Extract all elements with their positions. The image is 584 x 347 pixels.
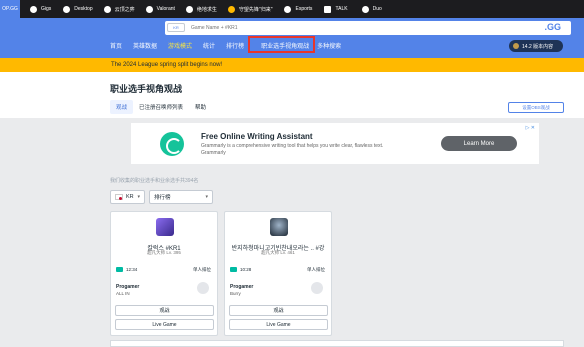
warning-icon	[227, 5, 235, 13]
next-section	[110, 340, 564, 347]
topbar-duo[interactable]: Duo	[361, 5, 382, 13]
page-tabs: 观战 已注册召唤师列表 帮助	[110, 100, 212, 114]
search-input[interactable]	[191, 22, 491, 33]
ad-description: Grammarly is a comprehensive writing too…	[201, 143, 384, 149]
sort-filter[interactable]: 排行榜 ▾	[149, 190, 213, 204]
team-logo-icon	[311, 282, 323, 294]
pro-label: Progamer	[230, 284, 254, 290]
ad-banner[interactable]: Free Online Writing Assistant Grammarly …	[131, 123, 539, 164]
ad-close-icon[interactable]: ▷ ✕	[526, 125, 535, 131]
duo-icon	[361, 5, 369, 13]
obs-settings-button[interactable]: 设置OBS观战	[508, 102, 564, 113]
nav-game-modes[interactable]: 游戏模式	[168, 41, 192, 50]
topbar-yunding[interactable]: 云顶之弈	[103, 5, 135, 13]
talk-icon	[324, 5, 332, 13]
version-icon	[513, 43, 519, 49]
desktop-icon	[63, 5, 71, 13]
esports-icon	[284, 5, 292, 13]
valorant-icon	[145, 5, 153, 13]
search-submit-button[interactable]: .GG	[544, 22, 561, 32]
topbar-pubg[interactable]: 绝地求生	[185, 5, 217, 13]
spectate-button[interactable]: 观战	[115, 305, 214, 316]
team-logo-icon	[197, 282, 209, 294]
highlight-box	[248, 36, 315, 53]
nav-stats[interactable]: 统计	[203, 41, 215, 50]
nav-home[interactable]: 首页	[110, 41, 122, 50]
live-game-button[interactable]: Live Game	[115, 319, 214, 330]
tab-spectate[interactable]: 观战	[110, 100, 134, 114]
version-badge[interactable]: 14.2 版本内容	[509, 40, 563, 52]
game-time: 12:34	[126, 267, 138, 272]
spectate-button[interactable]: 观战	[229, 305, 328, 316]
nav-champions[interactable]: 英雄数据	[133, 41, 157, 50]
avatar	[156, 218, 174, 236]
video-camera-icon	[230, 267, 237, 272]
nav-multisearch[interactable]: 多种搜索	[317, 41, 341, 50]
korea-flag-icon	[115, 194, 123, 200]
grammarly-logo-icon	[160, 132, 184, 156]
ad-brand: Grammarly	[201, 150, 226, 156]
collected-count-text: 我们收集的职业选手和业余选手共394名	[110, 178, 199, 184]
chevron-down-icon: ▾	[137, 194, 140, 200]
live-game-button[interactable]: Live Game	[229, 319, 328, 330]
region-filter[interactable]: KR ▾	[110, 190, 145, 204]
pubg-icon	[185, 5, 193, 13]
chevron-down-icon: ▾	[205, 194, 208, 200]
announcement-banner[interactable]: The 2024 League spring split begins now!	[0, 58, 584, 72]
page-title: 职业选手视角观战	[110, 84, 183, 94]
topbar-overwatch[interactable]: 守望先锋"归来"	[227, 5, 272, 13]
title-section	[0, 72, 584, 118]
avatar	[270, 218, 288, 236]
main-nav: 首页 英雄数据 游戏模式 统计 排行榜 职业选手视角观战 多种搜索	[110, 41, 352, 50]
opgg-home-link[interactable]: OP.GG	[0, 0, 20, 18]
yunding-icon	[103, 5, 111, 13]
topbar-valorant[interactable]: Valorant	[145, 5, 175, 13]
video-camera-icon	[116, 267, 123, 272]
player-card: 반지하청마니고기빈찬내오라는 .. #강 超凡大师 Lv. 461 10:28 …	[224, 211, 332, 336]
queue-type: 单人排位	[193, 267, 211, 272]
queue-type: 单人排位	[307, 267, 325, 272]
player-level: 超凡大师 Lv. 461	[261, 250, 295, 255]
topbar-talk[interactable]: TALK	[324, 5, 348, 13]
team-name: ALL IN	[116, 291, 130, 296]
player-card: 칼럭스 #KR1 超凡大师 Lv. 395 12:34 单人排位 Progame…	[110, 211, 218, 336]
region-select[interactable]: KR	[167, 23, 185, 32]
topbar-gigs[interactable]: Gigs	[30, 5, 51, 13]
filters: KR ▾ 排行榜 ▾	[110, 190, 217, 204]
game-time: 10:28	[240, 267, 252, 272]
gigs-icon	[30, 5, 37, 13]
ad-title: Free Online Writing Assistant	[201, 132, 313, 141]
topbar-desktop[interactable]: Desktop	[63, 5, 93, 13]
pro-label: Progamer	[116, 284, 140, 290]
summoner-search: KR .GG	[165, 21, 571, 35]
tab-help[interactable]: 帮助	[189, 100, 212, 114]
ad-learn-more-button[interactable]: Learn More	[441, 136, 517, 151]
nav-leaderboard[interactable]: 排行榜	[226, 41, 244, 50]
tab-registered-list[interactable]: 已注册召唤师列表	[133, 100, 189, 114]
team-name: Burry	[230, 291, 241, 296]
top-bar: OP.GG Gigs Desktop 云顶之弈 Valorant 绝地求生 守望…	[0, 0, 584, 18]
player-level: 超凡大师 Lv. 395	[147, 250, 181, 255]
topbar-esports[interactable]: Esports	[284, 5, 312, 13]
